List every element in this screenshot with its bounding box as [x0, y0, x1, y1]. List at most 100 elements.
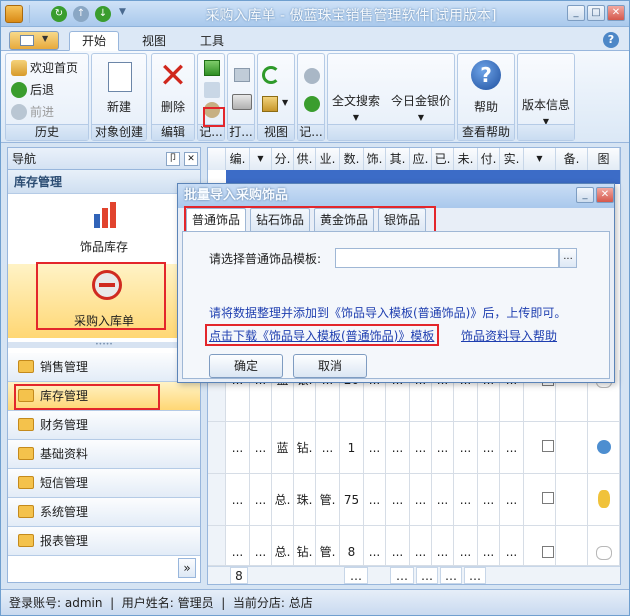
help-icon: ? — [471, 60, 501, 90]
close-button[interactable]: ✕ — [607, 5, 625, 21]
refresh-icon[interactable]: ↻ — [51, 6, 67, 22]
splitter-handle[interactable]: ••••• — [8, 342, 200, 348]
close-nav-icon[interactable]: ✕ — [184, 152, 198, 166]
down-arrow-icon[interactable]: ↓ — [95, 6, 111, 22]
tab-start[interactable]: 开始 — [69, 31, 120, 51]
table-row[interactable]: ... ... 总. 钻. 管. 8 ... ... ... ... ... .… — [208, 526, 620, 566]
back-arrow-icon — [11, 82, 27, 98]
table-cell: 总. — [272, 526, 294, 565]
back-button[interactable]: 后退 — [8, 80, 54, 100]
grid-header[interactable]: 业. — [316, 148, 340, 170]
nav-title: 导航 — [12, 152, 37, 166]
dialog-minimize-button[interactable]: _ — [576, 187, 594, 203]
tab-tools[interactable]: 工具 — [187, 31, 237, 51]
nav-item-sales[interactable]: 销售管理 — [8, 353, 200, 382]
forward-label: 前进 — [30, 105, 55, 119]
tile-jewelry-inventory[interactable]: 饰品库存 — [8, 194, 200, 264]
home-icon — [11, 60, 27, 76]
welcome-home-button[interactable]: 欢迎首页 — [8, 58, 78, 78]
pin-icon[interactable]: 卩 — [166, 152, 180, 166]
group-label-history: 历史 — [6, 124, 88, 140]
minimize-button[interactable]: _ — [567, 5, 585, 21]
dialog-close-button[interactable]: ✕ — [596, 187, 614, 203]
up-arrow-icon[interactable]: ↑ — [73, 6, 89, 22]
folder-icon — [18, 447, 34, 460]
layout-dropdown-icon[interactable] — [262, 96, 278, 112]
group-label-record-nav: 记... — [298, 124, 324, 140]
export-icon[interactable] — [234, 68, 250, 82]
table-cell: ... — [226, 526, 250, 565]
ribbon: 欢迎首页 后退 前进 历史 新建 对象创建 ✕ 删除 编辑 记... 打... — [1, 51, 629, 143]
group-record: 记... — [197, 53, 225, 141]
full-text-search-label: 全文搜索 — [331, 94, 380, 108]
grid-header[interactable]: 实. — [500, 148, 524, 170]
grid-header[interactable]: 饰. — [364, 148, 386, 170]
grid-header[interactable]: 已. — [432, 148, 454, 170]
chevron-down-icon: ▼ — [417, 113, 425, 122]
next-record-icon[interactable] — [304, 96, 320, 112]
dialog-title: 批量导入采购饰品 — [178, 184, 614, 208]
grid-header[interactable]: 分. — [272, 148, 294, 170]
quick-access-dropdown-icon[interactable]: ▼ — [119, 7, 126, 17]
ok-button[interactable]: 确定 — [209, 354, 283, 378]
group-edit: ✕ 删除 编辑 — [151, 53, 195, 141]
grid-header[interactable]: 其. — [386, 148, 410, 170]
grid-header-filter[interactable]: ▼ — [250, 148, 272, 170]
new-button[interactable]: 新建 — [92, 58, 146, 122]
file-menu-button[interactable]: ▼ — [9, 31, 59, 50]
nav-item-finance[interactable]: 财务管理 — [8, 411, 200, 440]
forward-button[interactable]: 前进 — [8, 102, 54, 122]
nav-section-title: 库存管理 — [8, 170, 200, 194]
jewelry-thumbnail-icon — [596, 546, 612, 560]
ribbon-help-icon[interactable]: ? — [603, 32, 619, 48]
template-label: 请选择普通饰品模板: — [209, 252, 322, 266]
nav-item-reports[interactable]: 报表管理 — [8, 527, 200, 556]
nav-inventory-highlight-box — [14, 384, 160, 410]
nav-item-label: 基础资料 — [40, 447, 89, 461]
table-row[interactable]: ... ... 总. 珠. 管. 75 ... ... ... ... ... … — [208, 474, 620, 526]
help-button[interactable]: ? 帮助 — [458, 56, 514, 122]
grid-header[interactable]: 数. — [340, 148, 364, 170]
instruction-text: 请将数据整理并添加到《饰品导入模板(普通饰品)》后，上传即可。 — [209, 306, 567, 320]
app-menu-icon[interactable] — [5, 5, 23, 23]
row-checkbox[interactable] — [542, 546, 554, 558]
today-gold-price-button[interactable]: 今日金银价 ▼ — [386, 92, 456, 123]
refresh-view-icon[interactable] — [262, 66, 280, 84]
grid-header[interactable]: 备. — [556, 148, 588, 170]
grid-selected-row[interactable] — [226, 170, 620, 184]
nav-item-sms[interactable]: 短信管理 — [8, 469, 200, 498]
import-help-link[interactable]: 饰品资料导入帮助 — [461, 327, 557, 344]
row-checkbox[interactable] — [542, 492, 554, 504]
cancel-button[interactable]: 取消 — [293, 354, 367, 378]
grid-header[interactable]: 付. — [478, 148, 500, 170]
delete-button[interactable]: ✕ 删除 — [152, 58, 194, 122]
grid-header-filter[interactable]: ▼ — [524, 148, 556, 170]
row-checkbox[interactable] — [542, 440, 554, 452]
template-path-input[interactable] — [335, 248, 559, 268]
browse-file-button[interactable]: ... — [559, 248, 577, 268]
folder-icon — [18, 534, 34, 547]
grid-header[interactable]: 未. — [454, 148, 478, 170]
maximize-button[interactable]: □ — [587, 5, 605, 21]
upload-icon[interactable] — [204, 82, 220, 98]
nav-item-basic-data[interactable]: 基础资料 — [8, 440, 200, 469]
previous-record-icon[interactable] — [304, 68, 320, 84]
printer-icon[interactable] — [232, 94, 252, 110]
import-excel-icon[interactable] — [204, 60, 220, 76]
grid-header[interactable]: 供. — [294, 148, 316, 170]
tab-view[interactable]: 视图 — [129, 31, 179, 51]
grid-header[interactable]: 图 — [588, 148, 620, 170]
group-history: 欢迎首页 后退 前进 历史 — [5, 53, 89, 141]
version-info-button[interactable]: 版本信息 ▼ — [518, 96, 574, 127]
nav-more-button[interactable]: » — [178, 558, 196, 578]
full-text-search-button[interactable]: 全文搜索 ▼ — [328, 92, 384, 123]
table-cell: 管. — [316, 526, 340, 565]
table-cell: 钻. — [294, 526, 316, 565]
table-cell: 蓝 — [272, 422, 294, 473]
grid-header[interactable]: 应. — [410, 148, 432, 170]
nav-item-system[interactable]: 系统管理 — [8, 498, 200, 527]
table-row[interactable]: ... ... 蓝 钻. ... 1 ... ... ... ... ... .… — [208, 422, 620, 474]
forward-arrow-icon — [11, 104, 27, 120]
group-version: 版本信息 ▼ — [517, 53, 575, 141]
grid-header[interactable]: 编. — [226, 148, 250, 170]
